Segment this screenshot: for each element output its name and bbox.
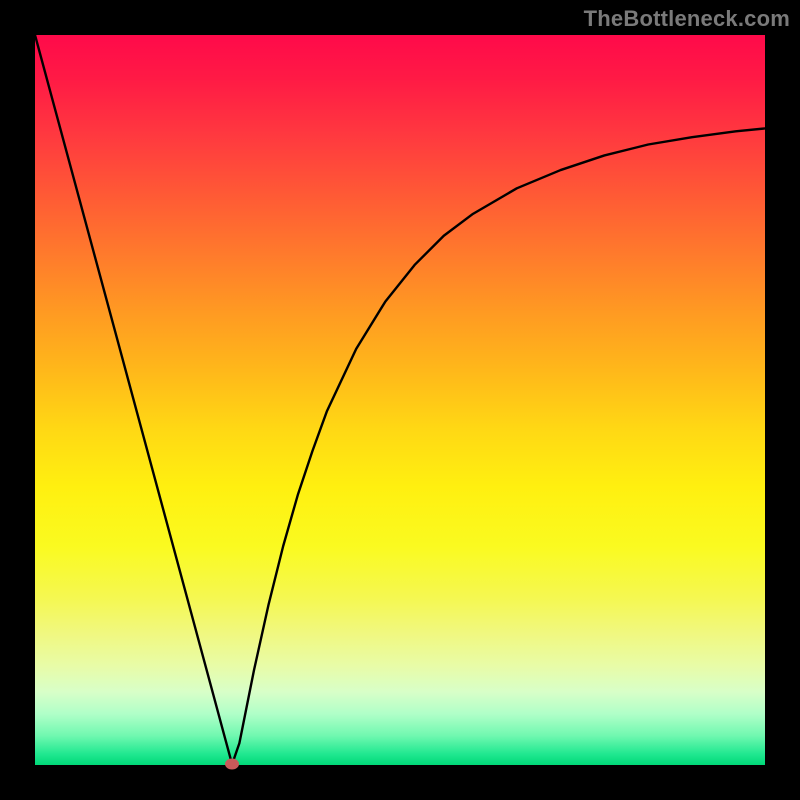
plot-area bbox=[35, 35, 765, 765]
minimum-marker bbox=[225, 759, 239, 770]
chart-container: TheBottleneck.com bbox=[0, 0, 800, 800]
curve-svg bbox=[35, 35, 765, 765]
watermark-text: TheBottleneck.com bbox=[584, 6, 790, 32]
bottleneck-curve bbox=[35, 35, 765, 764]
